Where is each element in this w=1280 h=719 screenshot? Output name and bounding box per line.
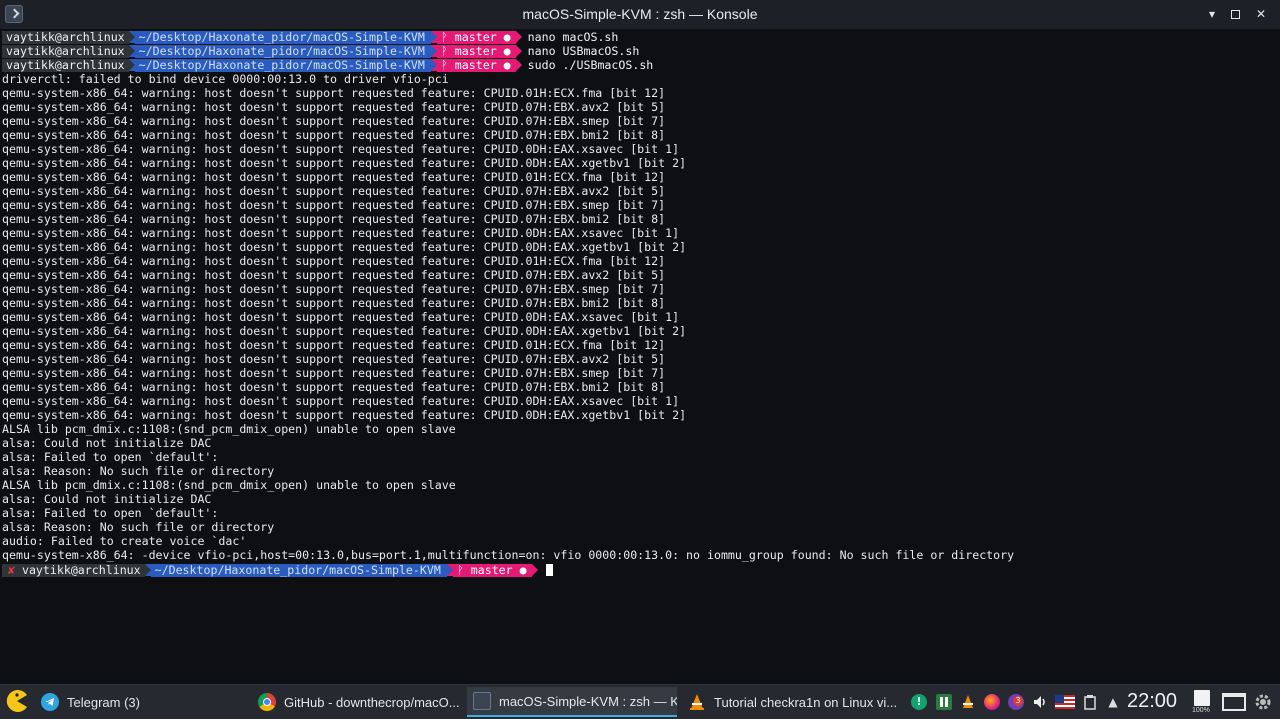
vlc-icon [688, 693, 706, 711]
output-line: qemu-system-x86_64: warning: host doesn'… [2, 380, 666, 394]
tray-expand-arrow-icon[interactable]: ▲ [1105, 694, 1121, 710]
show-desktop-icon[interactable] [1222, 693, 1246, 711]
output-line: qemu-system-x86_64: warning: host doesn'… [2, 198, 666, 212]
alert-icon[interactable]: ! [911, 694, 927, 710]
output-line: ALSA lib pcm_dmix.c:1108:(snd_pcm_dmix_o… [2, 478, 456, 492]
current-prompt-line[interactable]: ✘ vaytikk@archlinux ~/Desktop/Haxonate_p… [2, 563, 553, 577]
output-line: ALSA lib pcm_dmix.c:1108:(snd_pcm_dmix_o… [2, 422, 456, 436]
output-line: qemu-system-x86_64: warning: host doesn'… [2, 394, 680, 408]
output-line: qemu-system-x86_64: warning: host doesn'… [2, 240, 687, 254]
taskbar: Telegram (3) GitHub - downthecrop/macO..… [0, 684, 1280, 719]
window-titlebar[interactable]: macOS-Simple-KVM : zsh — Konsole ▾ ✕ [0, 0, 1280, 29]
prompt-path: ~/Desktop/Haxonate_pidor/macOS-Simple-KV… [134, 30, 431, 44]
output-line: qemu-system-x86_64: warning: host doesn'… [2, 156, 687, 170]
prompt-line: vaytikk@archlinux ~/Desktop/Haxonate_pid… [2, 30, 618, 44]
pause-icon[interactable] [936, 694, 952, 710]
task-github-browser[interactable]: GitHub - downthecrop/macO... [252, 687, 462, 717]
prompt-user: vaytikk@archlinux [2, 30, 129, 44]
output-line: qemu-system-x86_64: warning: host doesn'… [2, 184, 666, 198]
task-label: GitHub - downthecrop/macO... [284, 694, 460, 710]
prompt-path: ~/Desktop/Haxonate_pidor/macOS-Simple-KV… [134, 44, 431, 58]
prompt-git-branch: ᚹ master ● [436, 44, 516, 58]
terminal-view[interactable]: vaytikk@archlinux ~/Desktop/Haxonate_pid… [0, 29, 1280, 684]
settings-gear-icon[interactable] [1254, 693, 1272, 711]
telegram-icon [41, 693, 59, 711]
output-line: audio: Failed to create voice `dac' [2, 534, 247, 548]
output-line: qemu-system-x86_64: warning: host doesn'… [2, 282, 666, 296]
output-line: qemu-system-x86_64: warning: host doesn'… [2, 310, 680, 324]
app-launcher-icon[interactable] [5, 689, 29, 713]
prompt-user: ✘ vaytikk@archlinux [2, 562, 145, 577]
task-konsole[interactable]: macOS-Simple-KVM : zsh — K... [467, 687, 677, 717]
output-line: alsa: Could not initialize DAC [2, 492, 212, 506]
konsole-icon [473, 692, 491, 710]
output-line: qemu-system-x86_64: warning: host doesn'… [2, 212, 666, 226]
close-button[interactable]: ✕ [1253, 6, 1269, 22]
text-cursor[interactable] [545, 564, 553, 576]
output-line: qemu-system-x86_64: warning: host doesn'… [2, 86, 666, 100]
battery-icon[interactable]: 100% [1192, 688, 1216, 716]
prompt-user: vaytikk@archlinux [2, 58, 129, 72]
volume-icon[interactable] [1032, 694, 1048, 710]
prompt-git-branch: ᚹ master ● [452, 563, 532, 577]
task-vlc[interactable]: Tutorial checkra1n on Linux vi... [682, 687, 900, 717]
output-line: qemu-system-x86_64: warning: host doesn'… [2, 338, 666, 352]
prompt-user-name: vaytikk@archlinux [21, 562, 141, 577]
output-line: qemu-system-x86_64: warning: host doesn'… [2, 226, 680, 240]
output-line: alsa: Reason: No such file or directory [2, 464, 275, 478]
output-line: alsa: Failed to open `default': [2, 450, 219, 464]
prompt-separator [531, 564, 538, 576]
prompt-line: vaytikk@archlinux ~/Desktop/Haxonate_pid… [2, 58, 653, 72]
prompt-git-branch: ᚹ master ● [436, 58, 516, 72]
task-telegram[interactable]: Telegram (3) [35, 687, 247, 717]
output-line: alsa: Reason: No such file or directory [2, 520, 275, 534]
prompt-git-branch: ᚹ master ● [436, 30, 516, 44]
window-title: macOS-Simple-KVM : zsh — Konsole [522, 6, 758, 22]
task-label: Telegram (3) [67, 694, 140, 710]
notifier-icon[interactable]: 3 [1008, 694, 1024, 710]
output-line: qemu-system-x86_64: warning: host doesn'… [2, 324, 687, 338]
output-line: qemu-system-x86_64: warning: host doesn'… [2, 296, 666, 310]
firefox-icon[interactable] [984, 694, 1000, 710]
keyboard-layout-us-flag-icon[interactable] [1055, 695, 1075, 709]
task-label: Tutorial checkra1n on Linux vi... [714, 694, 898, 710]
command-text: nano USBmacOS.sh [527, 44, 640, 58]
output-line: alsa: Failed to open `default': [2, 506, 219, 520]
error-status-icon: ✘ [8, 562, 15, 577]
minimize-button[interactable]: ▾ [1204, 6, 1220, 22]
output-line: qemu-system-x86_64: warning: host doesn'… [2, 142, 680, 156]
prompt-path: ~/Desktop/Haxonate_pidor/macOS-Simple-KV… [150, 563, 447, 577]
clipboard-icon[interactable] [1082, 694, 1098, 710]
vlc-tray-icon[interactable] [960, 694, 976, 710]
output-line: qemu-system-x86_64: warning: host doesn'… [2, 352, 666, 366]
output-line: qemu-system-x86_64: warning: host doesn'… [2, 114, 666, 128]
clock[interactable]: 22:00 [1127, 690, 1177, 713]
output-line: qemu-system-x86_64: warning: host doesn'… [2, 100, 666, 114]
output-line: qemu-system-x86_64: -device vfio-pci,hos… [2, 548, 1015, 562]
output-line: alsa: Could not initialize DAC [2, 436, 212, 450]
prompt-line: vaytikk@archlinux ~/Desktop/Haxonate_pid… [2, 44, 639, 58]
task-label: macOS-Simple-KVM : zsh — K... [499, 693, 677, 709]
output-line: driverctl: failed to bind device 0000:00… [2, 72, 449, 86]
chrome-icon [258, 693, 276, 711]
output-line: qemu-system-x86_64: warning: host doesn'… [2, 408, 687, 422]
output-line: qemu-system-x86_64: warning: host doesn'… [2, 366, 666, 380]
prompt-path: ~/Desktop/Haxonate_pidor/macOS-Simple-KV… [134, 58, 431, 72]
output-line: qemu-system-x86_64: warning: host doesn'… [2, 128, 666, 142]
command-text: nano macOS.sh [527, 30, 619, 44]
output-line: qemu-system-x86_64: warning: host doesn'… [2, 170, 666, 184]
output-line: qemu-system-x86_64: warning: host doesn'… [2, 254, 666, 268]
notification-badge: 3 [1013, 696, 1023, 706]
output-line: qemu-system-x86_64: warning: host doesn'… [2, 268, 666, 282]
battery-level: 100% [1192, 707, 1210, 714]
command-text: sudo ./USBmacOS.sh [527, 58, 654, 72]
maximize-button[interactable] [1227, 6, 1243, 22]
prompt-user: vaytikk@archlinux [2, 44, 129, 58]
